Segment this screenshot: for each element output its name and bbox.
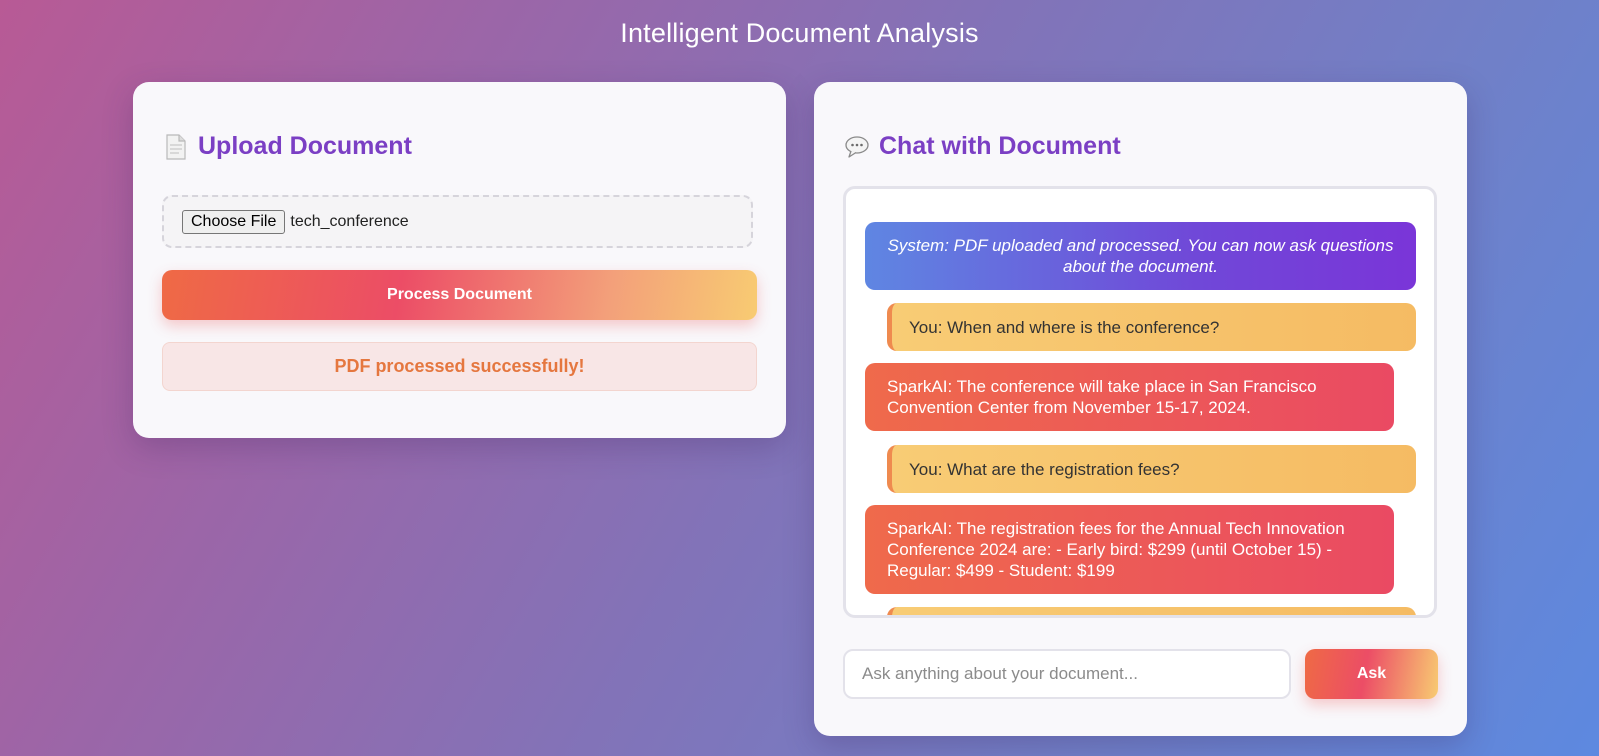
process-document-button[interactable]: Process Document	[162, 270, 757, 320]
ask-button[interactable]: Ask	[1305, 649, 1438, 699]
upload-title: Upload Document	[198, 132, 412, 160]
speech-bubble-icon	[843, 133, 871, 161]
chat-card: Chat with Document System: PDF uploaded …	[814, 82, 1467, 736]
file-input-zone[interactable]: Choose File tech_conference	[162, 195, 753, 248]
chat-title: Chat with Document	[879, 132, 1121, 160]
ai-message: SparkAI: The registration fees for the A…	[865, 505, 1394, 594]
app-title: Intelligent Document Analysis	[620, 18, 979, 48]
chat-messages[interactable]: System: PDF uploaded and processed. You …	[843, 186, 1437, 618]
choose-file-button[interactable]: Choose File	[182, 209, 286, 234]
document-icon	[162, 133, 190, 161]
user-message: You: When and where is the conference?	[887, 303, 1416, 351]
upload-header: Upload Document	[162, 132, 412, 161]
selected-file-name: tech_conference	[290, 212, 409, 230]
chat-header: Chat with Document	[843, 132, 1121, 161]
upload-card: Upload Document Choose File tech_confere…	[133, 82, 786, 438]
user-message	[887, 607, 1416, 615]
user-message: You: What are the registration fees?	[887, 445, 1416, 493]
question-input[interactable]	[843, 649, 1291, 699]
ai-message: SparkAI: The conference will take place …	[865, 363, 1394, 431]
status-message: PDF processed successfully!	[162, 342, 757, 391]
system-message: System: PDF uploaded and processed. You …	[865, 222, 1416, 290]
